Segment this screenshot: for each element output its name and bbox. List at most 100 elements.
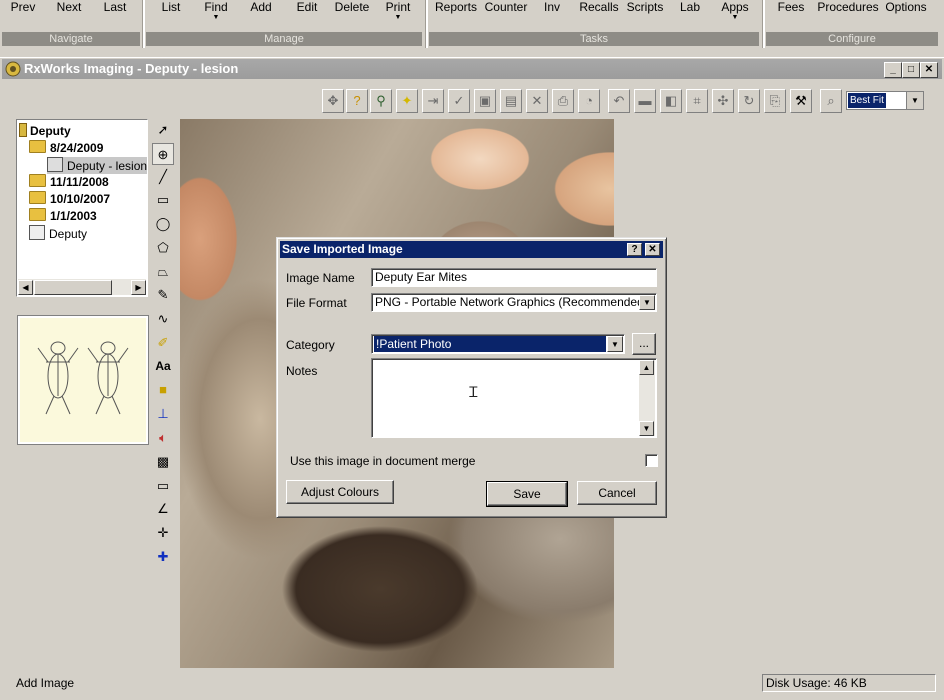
highlight-icon[interactable]: ✦ — [396, 89, 418, 113]
pointer-icon[interactable]: ➚ — [152, 119, 174, 141]
find-button[interactable]: Find ▼ — [196, 0, 236, 30]
edit-button[interactable]: Edit — [287, 0, 327, 30]
apps-button[interactable]: Apps ▼ — [717, 0, 753, 30]
angle-icon[interactable]: ∠ — [152, 498, 174, 520]
scroll-thumb[interactable] — [34, 280, 112, 295]
category-more-button[interactable]: ... — [632, 333, 656, 355]
audio-icon[interactable]: 🔈︎ — [152, 427, 174, 449]
scroll-down-icon[interactable]: ▼ — [639, 421, 654, 436]
delete-button[interactable]: Delete — [331, 0, 373, 30]
flip-vertical-icon[interactable]: ◧ — [660, 89, 682, 113]
rotate-icon[interactable]: ✣ — [712, 89, 734, 113]
inv-button[interactable]: Inv — [538, 0, 566, 30]
body-diagram-image — [37, 341, 129, 415]
reports-button[interactable]: Reports — [432, 0, 480, 30]
delete-icon[interactable]: ✕ — [526, 89, 548, 113]
curve-tool-icon[interactable]: ∿ — [152, 308, 174, 330]
next-button[interactable]: Next — [48, 0, 90, 30]
dialog-close-button[interactable]: ✕ — [645, 243, 660, 256]
options-button[interactable]: Options — [882, 0, 930, 30]
pen-tool-icon[interactable]: ✎ — [152, 284, 174, 306]
notes-textarea[interactable] — [371, 358, 657, 438]
zoom-in-icon[interactable]: ⊕ — [152, 143, 174, 165]
lab-button[interactable]: Lab — [676, 0, 704, 30]
reports-label: Reports — [434, 0, 478, 14]
close-button[interactable]: ✕ — [920, 62, 938, 78]
chevron-down-icon[interactable]: ▼ — [639, 295, 655, 310]
list-button[interactable]: List — [152, 0, 190, 30]
prev-button[interactable]: Prev — [2, 0, 44, 30]
notes-scrollbar[interactable]: ▲ ▼ — [639, 360, 655, 436]
save-icon[interactable]: ▣ — [474, 89, 496, 113]
tree-item-patient[interactable]: Deputy — [29, 225, 87, 242]
ellipse-tool-icon[interactable]: ◯ — [152, 213, 174, 235]
crosshair-icon[interactable]: ✛ — [152, 522, 174, 544]
ruler-icon[interactable]: ▭ — [152, 475, 174, 497]
disk-usage-text: Disk Usage: 46 KB — [766, 676, 867, 690]
category-select[interactable]: !Patient Photo ▼ — [371, 334, 625, 354]
tools-icon[interactable]: ⚒ — [790, 89, 812, 113]
file-format-select[interactable]: PNG - Portable Network Graphics (Recomme… — [371, 293, 657, 312]
body-diagram-thumbnail[interactable] — [17, 315, 149, 445]
merge-checkbox[interactable] — [645, 454, 658, 467]
tree-item-date[interactable]: 11/11/2008 — [29, 174, 109, 190]
adjust-colours-button[interactable]: Adjust Colours — [286, 480, 394, 504]
last-button[interactable]: Last — [94, 0, 136, 30]
tree-horizontal-scrollbar[interactable]: ◀ ▶ — [18, 279, 146, 295]
counter-button[interactable]: Counter — [482, 0, 530, 30]
camera-icon[interactable]: ▩ — [152, 451, 174, 473]
calibrate-icon[interactable]: ✚ — [152, 546, 174, 568]
image-tree: Deputy 8/24/2009 Deputy - lesion 11/11/2… — [16, 119, 148, 297]
zoom-icon[interactable]: ⌕ — [820, 89, 842, 113]
tree-root[interactable]: Deputy — [19, 123, 71, 139]
tree-item-image-selected[interactable]: Deputy - lesion — [47, 157, 147, 174]
help-button[interactable]: ? — [627, 243, 642, 256]
recalls-button[interactable]: Recalls — [578, 0, 620, 30]
note-icon[interactable]: ■ — [152, 379, 174, 401]
add-button[interactable]: Add — [242, 0, 280, 30]
redo-icon[interactable]: ↻ — [738, 89, 760, 113]
crop-icon[interactable]: ⌗ — [686, 89, 708, 113]
print-icon[interactable]: ⎙ — [552, 89, 574, 113]
zoom-select[interactable]: Best Fit ▼ — [846, 91, 924, 110]
inv-label: Inv — [543, 0, 560, 14]
line-tool-icon[interactable]: ╱ — [152, 166, 174, 188]
recalls-label: Recalls — [579, 0, 619, 14]
status-text: Add Image — [16, 676, 75, 690]
highlighter-icon[interactable]: ✐ — [152, 332, 174, 354]
minimize-button[interactable]: _ — [884, 62, 902, 78]
undo-icon[interactable]: ↶ — [608, 89, 630, 113]
flip-horizontal-icon[interactable]: ▬ — [634, 89, 656, 113]
chevron-down-icon[interactable]: ▼ — [906, 92, 923, 109]
copy-icon[interactable]: ⎘ — [764, 89, 786, 113]
dialog-title: Save Imported Image — [282, 242, 403, 256]
scroll-up-icon[interactable]: ▲ — [639, 360, 654, 375]
chevron-down-icon[interactable]: ▼ — [607, 336, 623, 352]
save-button[interactable]: Save — [486, 481, 568, 507]
cancel-button[interactable]: Cancel — [577, 481, 657, 505]
tree-item-date[interactable]: 1/1/2003 — [29, 208, 97, 224]
approve-icon[interactable]: ✓ — [448, 89, 470, 113]
scan-icon[interactable]: ◔ — [578, 89, 600, 113]
tree-item-date[interactable]: 8/24/2009 — [29, 140, 103, 156]
scroll-left-icon[interactable]: ◀ — [18, 280, 33, 295]
fees-button[interactable]: Fees — [776, 0, 806, 30]
scripts-button[interactable]: Scripts — [624, 0, 666, 30]
scroll-right-icon[interactable]: ▶ — [131, 280, 146, 295]
group-separator — [425, 0, 428, 48]
rectangle-tool-icon[interactable]: ▭ — [152, 189, 174, 211]
freeform-tool-icon[interactable]: ⏢ — [152, 261, 174, 283]
tree-item-date[interactable]: 10/10/2007 — [29, 191, 110, 207]
image-name-input[interactable]: Deputy Ear Mites — [371, 268, 657, 287]
print-button[interactable]: Print ▼ — [379, 0, 417, 30]
polygon-tool-icon[interactable]: ⬠ — [152, 237, 174, 259]
export-icon[interactable]: ⇥ — [422, 89, 444, 113]
stamp-icon[interactable]: ⊥ — [152, 403, 174, 425]
save-as-icon[interactable]: ▤ — [500, 89, 522, 113]
pan-icon[interactable]: ✥ — [322, 89, 344, 113]
text-tool-icon[interactable]: Aa — [152, 355, 174, 377]
help-icon[interactable]: ? — [346, 89, 368, 113]
pin-icon[interactable]: ⚲ — [370, 89, 392, 113]
maximize-button[interactable]: □ — [902, 62, 920, 78]
procedures-button[interactable]: Procedures — [815, 0, 881, 30]
